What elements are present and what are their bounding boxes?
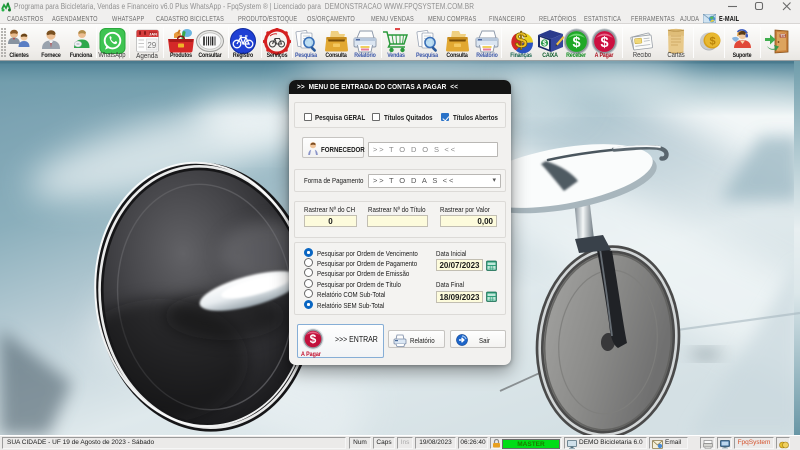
svg-text:JAN: JAN — [148, 32, 156, 37]
svg-text:$: $ — [542, 41, 546, 48]
svg-text:$: $ — [709, 36, 715, 48]
svg-text:$: $ — [600, 35, 608, 51]
svg-text:$: $ — [310, 332, 317, 346]
svg-text:EXIT: EXIT — [780, 34, 786, 38]
svg-text:$: $ — [572, 35, 580, 51]
svg-text:$: $ — [515, 28, 527, 53]
svg-text:29: 29 — [147, 41, 156, 50]
